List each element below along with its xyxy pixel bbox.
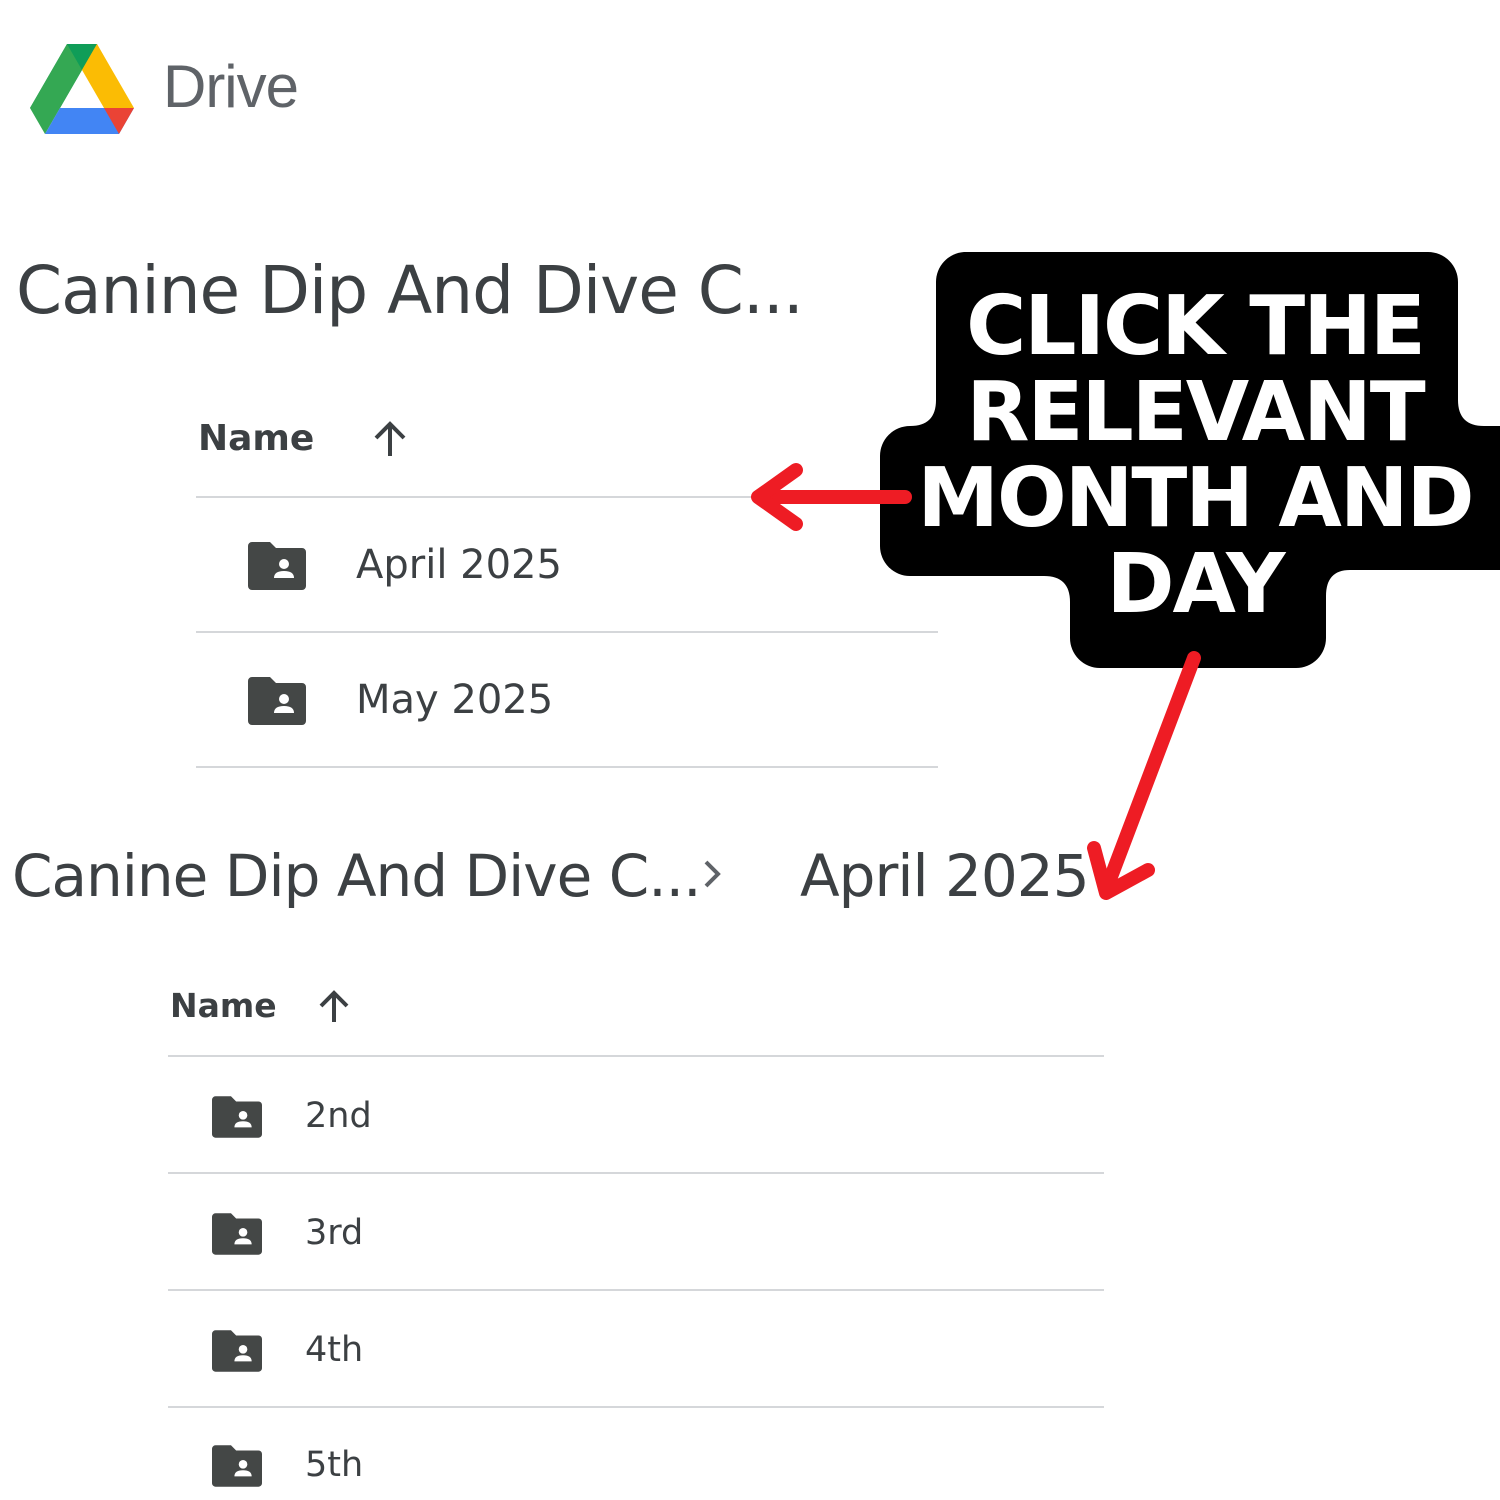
folder-title[interactable]: Canine Dip And Dive C...: [16, 252, 804, 329]
row-divider: [168, 1289, 1104, 1291]
app-title: Drive: [163, 53, 299, 120]
row-divider: [168, 1172, 1104, 1174]
list-item[interactable]: May 2025: [196, 635, 938, 765]
list-item-label: 3rd: [305, 1213, 364, 1253]
list-item-label: April 2025: [356, 542, 562, 588]
shared-folder-icon: [212, 1213, 262, 1255]
list-item-label: 5th: [305, 1445, 364, 1485]
callout-line: MONTH AND: [917, 451, 1474, 546]
callout-line: DAY: [1106, 537, 1285, 632]
shared-folder-icon: [212, 1096, 262, 1138]
callout-text: CLICK THE RELEVANT MONTH AND DAY: [905, 284, 1485, 628]
list-item[interactable]: 4th: [168, 1292, 1104, 1405]
breadcrumb-root[interactable]: Canine Dip And Dive C...: [12, 842, 702, 910]
shared-folder-icon: [248, 677, 306, 725]
list-item[interactable]: April 2025: [196, 500, 938, 630]
header-divider: [196, 496, 756, 498]
list-item-label: 2nd: [305, 1096, 372, 1136]
arrow-up-icon[interactable]: [316, 988, 352, 1026]
list-item-label: May 2025: [356, 677, 554, 723]
arrow-up-icon[interactable]: [370, 418, 410, 460]
name-column-header[interactable]: Name: [198, 418, 314, 459]
shared-folder-icon: [212, 1330, 262, 1372]
google-drive-logo-icon: [30, 44, 134, 134]
list-item[interactable]: 3rd: [168, 1175, 1104, 1288]
breadcrumb-current[interactable]: April 2025: [800, 842, 1090, 910]
row-divider: [168, 1406, 1104, 1408]
shared-folder-icon: [212, 1445, 262, 1487]
row-divider: [196, 766, 938, 768]
chevron-right-icon: [704, 860, 721, 888]
list-item[interactable]: 2nd: [168, 1058, 1104, 1171]
list-item-label: 4th: [305, 1330, 364, 1370]
callout-line: RELEVANT: [966, 365, 1425, 460]
row-divider: [196, 631, 938, 633]
header-divider: [168, 1055, 1104, 1057]
list-item[interactable]: 5th: [168, 1409, 1104, 1500]
shared-folder-icon: [248, 542, 306, 590]
callout-line: CLICK THE: [966, 279, 1426, 374]
name-column-header[interactable]: Name: [170, 986, 277, 1025]
arrow-down-icon: [1087, 651, 1201, 900]
